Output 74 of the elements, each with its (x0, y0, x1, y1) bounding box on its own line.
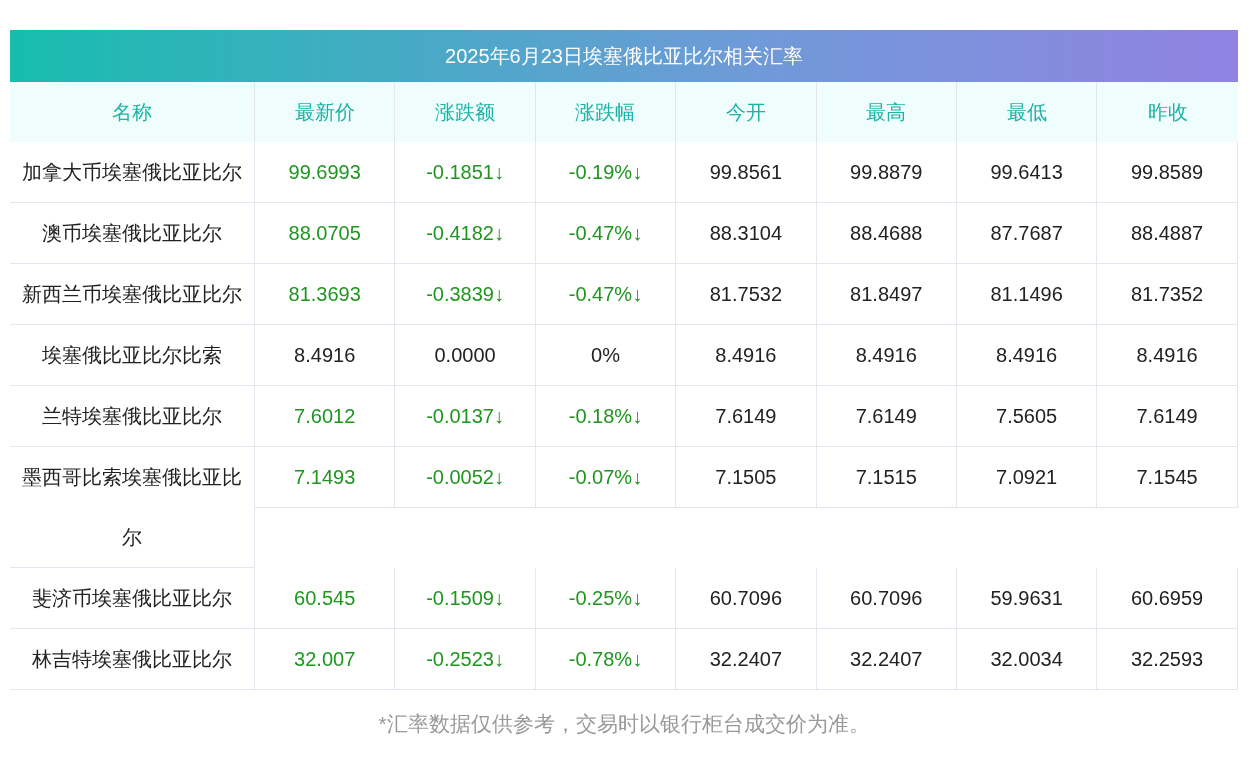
table-cell: 99.8561 (676, 142, 817, 203)
table-cell: -0.47%↓ (535, 264, 677, 325)
table-cell: 埃塞俄比亚比尔比索 (10, 325, 255, 386)
column-header: 名称 (10, 82, 255, 142)
column-header: 今开 (676, 82, 817, 142)
table-cell: 8.4916 (255, 325, 396, 386)
table-cell: -0.2523↓ (395, 629, 536, 690)
table-cell: 99.8879 (816, 142, 957, 203)
table-cell: 7.6149 (1097, 386, 1238, 447)
table-cell: 59.9631 (956, 568, 1098, 629)
table-cell: 81.8497 (816, 264, 957, 325)
table-cell: -0.1509↓ (395, 568, 536, 629)
table-cell: 99.6413 (956, 142, 1098, 203)
table-cell: 澳币埃塞俄比亚比尔 (10, 203, 255, 264)
table-cell: 81.1496 (956, 264, 1098, 325)
table-cell: 88.4688 (816, 203, 957, 264)
table-cell: 88.0705 (255, 203, 396, 264)
table-cell: 32.0034 (956, 629, 1098, 690)
table-cell: -0.0052↓ (395, 447, 536, 508)
table-cell: 斐济币埃塞俄比亚比尔 (10, 568, 255, 629)
table-cell: -0.0137↓ (395, 386, 536, 447)
table-cell: 88.3104 (676, 203, 817, 264)
table-cell: 7.6149 (816, 386, 957, 447)
column-header: 涨跌额 (395, 82, 536, 142)
table-cell: 7.6012 (255, 386, 396, 447)
column-header: 最高 (816, 82, 957, 142)
table-cell: 8.4916 (676, 325, 817, 386)
table-cell: 兰特埃塞俄比亚比尔 (10, 386, 255, 447)
table-cell: 7.1545 (1097, 447, 1238, 508)
table-title: 2025年6月23日埃塞俄比亚比尔相关汇率 (10, 30, 1238, 82)
table-cell: 88.4887 (1097, 203, 1238, 264)
table-cell: -0.47%↓ (535, 203, 677, 264)
table-cell: 81.7352 (1097, 264, 1238, 325)
table-cell: 8.4916 (1097, 325, 1238, 386)
table-cell: -0.19%↓ (535, 142, 677, 203)
column-header: 涨跌幅 (535, 82, 677, 142)
table-cell: 0% (535, 325, 677, 386)
table-cell: -0.07%↓ (535, 447, 677, 508)
footnote: *汇率数据仅供参考，交易时以银行柜台成交价为准。 (377, 711, 871, 737)
table-cell: 8.4916 (816, 325, 957, 386)
table-cell: 7.1505 (676, 447, 817, 508)
table-cell: 7.5605 (956, 386, 1098, 447)
table-cell: 60.7096 (816, 568, 957, 629)
table-cell: 7.0921 (956, 447, 1098, 508)
table-cell: 99.6993 (255, 142, 396, 203)
table-cell: 60.545 (255, 568, 396, 629)
table-cell: 林吉特埃塞俄比亚比尔 (10, 629, 255, 690)
table-cell: -0.25%↓ (535, 568, 677, 629)
table-cell: 99.8589 (1097, 142, 1238, 203)
column-header: 最新价 (255, 82, 396, 142)
table-cell: -0.3839↓ (395, 264, 536, 325)
table-cell: 7.1493 (255, 447, 396, 508)
column-header: 昨收 (1146, 100, 1189, 125)
table-cell: -0.1851↓ (395, 142, 536, 203)
table-cell: 墨西哥比索埃塞俄比亚比尔 (10, 447, 255, 568)
column-header: 最低 (956, 82, 1098, 142)
table-cell: 7.6149 (676, 386, 817, 447)
table-cell: -0.4182↓ (395, 203, 536, 264)
table-cell: 7.1515 (816, 447, 957, 508)
table-cell: -0.18%↓ (535, 386, 677, 447)
table-cell: 81.7532 (676, 264, 817, 325)
table-cell: 32.2593 (1097, 629, 1238, 690)
table-cell: 60.6959 (1097, 568, 1238, 629)
table-cell: 0.0000 (395, 325, 536, 386)
table-cell: -0.78%↓ (535, 629, 677, 690)
table-cell: 81.3693 (255, 264, 396, 325)
table-cell: 32.2407 (676, 629, 817, 690)
table-cell: 32.007 (255, 629, 396, 690)
table-cell: 60.7096 (676, 568, 817, 629)
table-cell: 新西兰币埃塞俄比亚比尔 (10, 264, 255, 325)
table-cell: 8.4916 (956, 325, 1098, 386)
table-cell: 32.2407 (816, 629, 957, 690)
table-cell: 加拿大币埃塞俄比亚比尔 (10, 142, 255, 203)
table-cell: 87.7687 (956, 203, 1098, 264)
